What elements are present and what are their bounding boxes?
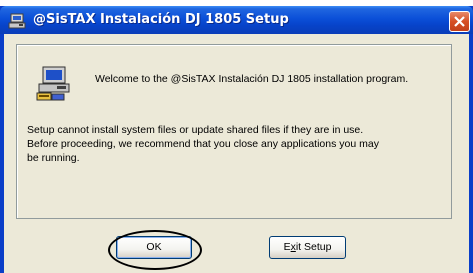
warning-text: Setup cannot install system files or upd…: [27, 123, 442, 165]
setup-app-icon: [8, 13, 26, 29]
exit-label-prefix: E: [283, 241, 291, 253]
setup-window: @SisTAX Instalación DJ 1805 Setup Welcom…: [0, 6, 473, 273]
close-icon: [454, 16, 465, 27]
window-title: @SisTAX Instalación DJ 1805 Setup: [33, 12, 289, 27]
warning-line-3: be running.: [27, 152, 80, 164]
title-bar[interactable]: @SisTAX Instalación DJ 1805 Setup: [0, 6, 473, 34]
warning-line-2: Before proceeding, we recommend that you…: [27, 138, 379, 150]
close-button[interactable]: [449, 11, 470, 32]
dialog-client-area: Welcome to the @SisTAX Instalación DJ 18…: [4, 34, 469, 273]
ok-button[interactable]: OK: [116, 236, 192, 259]
welcome-text: Welcome to the @SisTAX Instalación DJ 18…: [95, 73, 409, 85]
warning-line-1: Setup cannot install system files or upd…: [27, 124, 364, 136]
exit-label-suffix: it Setup: [295, 241, 332, 253]
message-panel: Welcome to the @SisTAX Instalación DJ 18…: [16, 44, 452, 219]
exit-setup-button[interactable]: Exit Setup: [269, 236, 346, 259]
computer-setup-icon: [35, 63, 75, 103]
